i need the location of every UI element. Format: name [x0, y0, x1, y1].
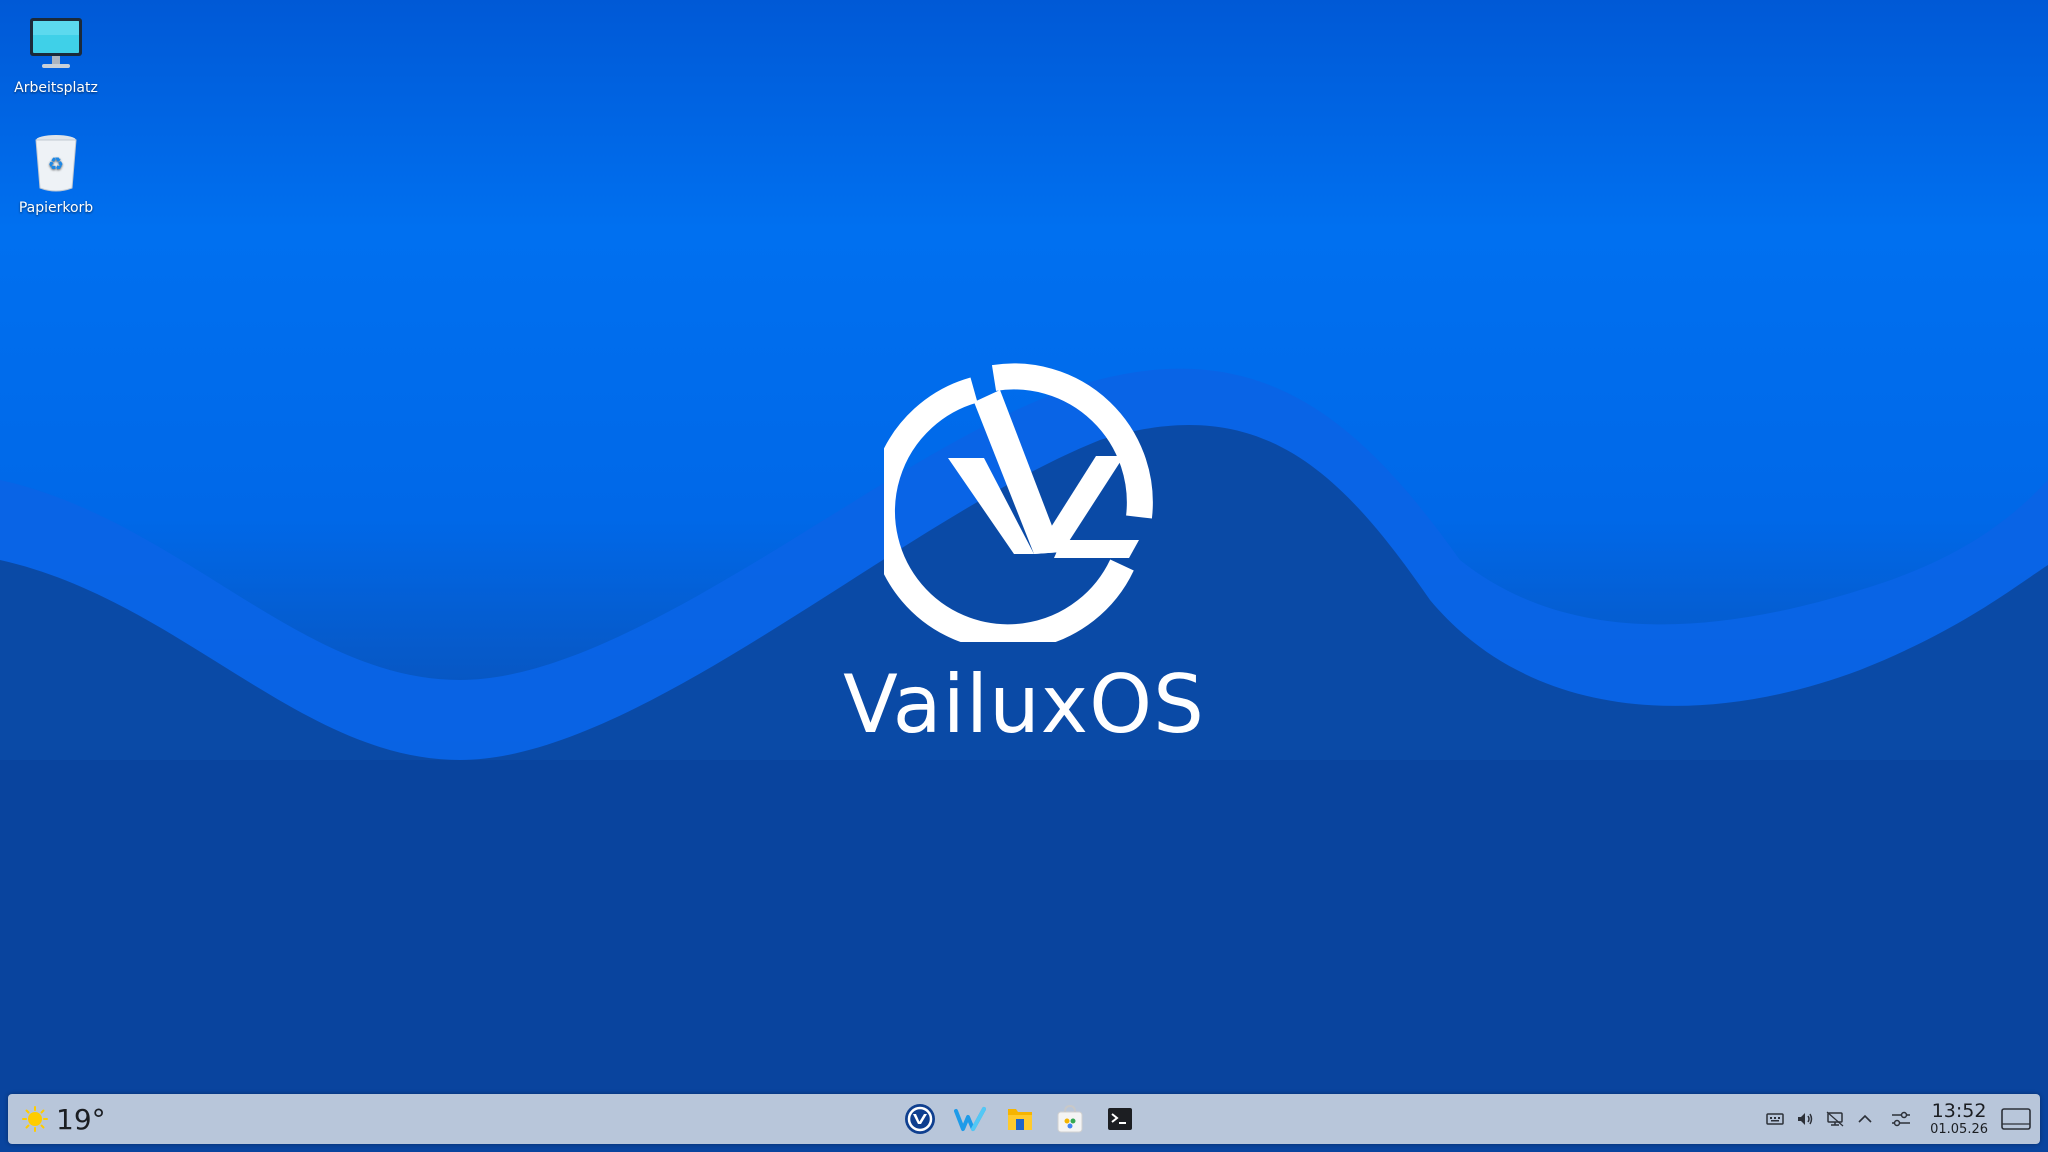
desktop-icon-label: Arbeitsplatz [14, 80, 98, 96]
tray-volume[interactable] [1794, 1108, 1816, 1130]
desktop: Arbeitsplatz ♻ Papierkorb VailuxOS 19° 1… [0, 0, 2048, 1152]
taskbar-app-web-browser[interactable] [954, 1103, 986, 1135]
svg-text:♻: ♻ [48, 154, 64, 175]
weather-temperature: 19° [56, 1102, 106, 1136]
network-icon [1826, 1111, 1844, 1127]
taskbar: 19° 13:52 01.05.26 [8, 1094, 2040, 1144]
keyboard-icon [1766, 1113, 1784, 1125]
taskbar-app-terminal[interactable] [1104, 1103, 1136, 1135]
sun-icon [22, 1106, 48, 1132]
brand-name: VailuxOS [843, 658, 1205, 751]
vailux-logo-icon [905, 1104, 935, 1134]
taskbar-app-file-manager[interactable] [1004, 1103, 1036, 1135]
tray-keyboard[interactable] [1764, 1108, 1786, 1130]
desktop-icon-papierkorb[interactable]: ♻ Papierkorb [0, 132, 112, 216]
tray-expand[interactable] [1854, 1108, 1876, 1130]
browser-w-icon [954, 1107, 986, 1131]
taskbar-app-vailux-launcher[interactable] [904, 1103, 936, 1135]
tray-settings[interactable] [1890, 1108, 1912, 1130]
system-tray: 13:52 01.05.26 [1760, 1094, 2040, 1144]
taskbar-app-software-store[interactable] [1054, 1103, 1086, 1135]
show-desktop-button[interactable] [2000, 1107, 2032, 1131]
trash-bin-icon: ♻ [35, 135, 77, 192]
clock-time: 13:52 [1931, 1100, 1987, 1122]
volume-icon [1798, 1113, 1813, 1125]
clock-date: 01.05.26 [1930, 1122, 1988, 1137]
tray-network[interactable] [1824, 1108, 1846, 1130]
computer-monitor-icon [30, 18, 82, 68]
settings-sliders-icon [1892, 1111, 1911, 1127]
store-bag-icon [1057, 1104, 1083, 1133]
desktop-icon-arbeitsplatz[interactable]: Arbeitsplatz [0, 12, 112, 96]
digital-clock[interactable]: 13:52 01.05.26 [1930, 1100, 1988, 1137]
folder-icon [1008, 1109, 1032, 1130]
desktop-icon-label: Papierkorb [18, 200, 94, 216]
chevron-up-icon [1858, 1114, 1872, 1123]
vailux-logo [884, 363, 1153, 642]
terminal-icon [1108, 1108, 1132, 1130]
task-manager [904, 1094, 1136, 1144]
weather-widget[interactable]: 19° [22, 1094, 106, 1144]
